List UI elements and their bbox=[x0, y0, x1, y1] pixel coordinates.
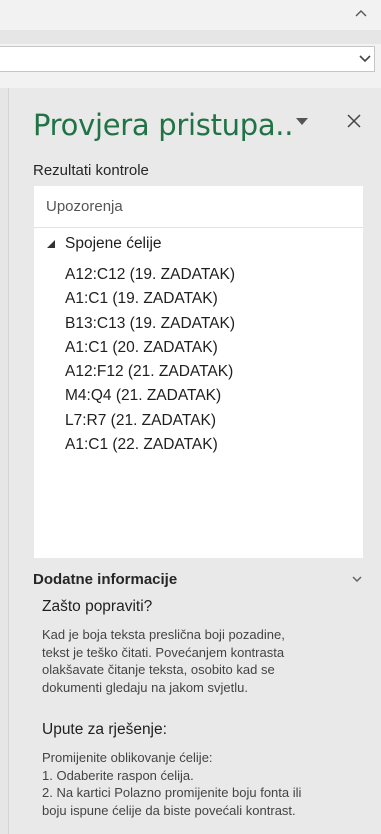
issue-list: A12:C12 (19. ZADATAK) A1:C1 (19. ZADATAK… bbox=[65, 263, 235, 457]
collapse-ribbon-button[interactable] bbox=[351, 4, 371, 22]
warnings-heading: Upozorenja bbox=[46, 198, 123, 215]
chevron-down-icon bbox=[359, 55, 371, 63]
ribbon-strip bbox=[0, 0, 381, 30]
group-label: Spojene ćelije bbox=[65, 235, 162, 252]
inspection-results-label: Rezultati kontrole bbox=[33, 162, 149, 179]
additional-info-title: Dodatne informacije bbox=[33, 570, 178, 588]
issue-item[interactable]: A1:C1 (19. ZADATAK) bbox=[65, 287, 235, 311]
how-to-fix-text: Promijenite oblikovanje ćelije: 1. Odabe… bbox=[42, 749, 378, 819]
expanded-triangle-icon bbox=[47, 240, 55, 248]
issue-item[interactable]: A12:F12 (21. ZADATAK) bbox=[65, 360, 235, 384]
issue-item[interactable]: M4:Q4 (21. ZADATAK) bbox=[65, 384, 235, 408]
how-to-fix-line: 2. Na kartici Polazno promijenite boju f… bbox=[42, 785, 302, 801]
additional-info-toggle[interactable]: Dodatne informacije bbox=[33, 568, 366, 590]
issue-item[interactable]: B13:C13 (19. ZADATAK) bbox=[65, 312, 235, 336]
how-to-fix-line: boju ispune ćelije da biste povećali kon… bbox=[42, 802, 296, 818]
how-to-fix-line: 1. Odaberite raspon ćelija. bbox=[42, 767, 194, 783]
why-fix-line: dokumenti gledaju na jakom svjetlu. bbox=[42, 679, 248, 695]
how-to-fix-heading: Upute za rješenje: bbox=[42, 721, 167, 738]
group-merged-cells[interactable]: Spojene ćelije bbox=[46, 235, 162, 253]
formula-input[interactable] bbox=[0, 46, 375, 72]
why-fix-text: Kad je boja teksta preslična boji pozadi… bbox=[42, 626, 378, 696]
gap-strip bbox=[0, 74, 381, 88]
issue-item[interactable]: A1:C1 (22. ZADATAK) bbox=[65, 433, 235, 457]
why-fix-line: tekst je teško čitati. Povećanjem kontra… bbox=[42, 644, 285, 660]
how-to-fix-line: Promijenite oblikovanje ćelije: bbox=[42, 750, 213, 765]
formula-bar bbox=[0, 44, 381, 74]
pane-options-button[interactable] bbox=[291, 110, 313, 134]
why-fix-heading: Zašto popraviti? bbox=[42, 598, 153, 615]
issue-item[interactable]: L7:R7 (21. ZADATAK) bbox=[65, 409, 235, 433]
accessibility-checker-pane: Provjera pristupa.. Rezultati kontrole U… bbox=[8, 88, 381, 834]
issue-item[interactable]: A12:C12 (19. ZADATAK) bbox=[65, 263, 235, 287]
inspection-results-list: Upozorenja Spojene ćelije A12:C12 (19. Z… bbox=[34, 186, 363, 558]
why-fix-line: Kad je boja teksta preslična boji pozadi… bbox=[42, 627, 285, 642]
results-divider bbox=[34, 227, 363, 228]
close-icon bbox=[347, 114, 361, 128]
chevron-down-icon bbox=[350, 574, 364, 584]
pane-title: Provjera pristupa.. bbox=[33, 108, 294, 142]
issue-item[interactable]: A1:C1 (20. ZADATAK) bbox=[65, 336, 235, 360]
chevron-up-icon bbox=[355, 10, 367, 17]
pane-close-button[interactable] bbox=[342, 108, 366, 134]
expand-formula-bar-button[interactable] bbox=[357, 52, 373, 66]
dropdown-triangle-icon bbox=[296, 118, 308, 125]
why-fix-line: olakšavate čitanje teksta, osobito kad s… bbox=[42, 662, 275, 678]
